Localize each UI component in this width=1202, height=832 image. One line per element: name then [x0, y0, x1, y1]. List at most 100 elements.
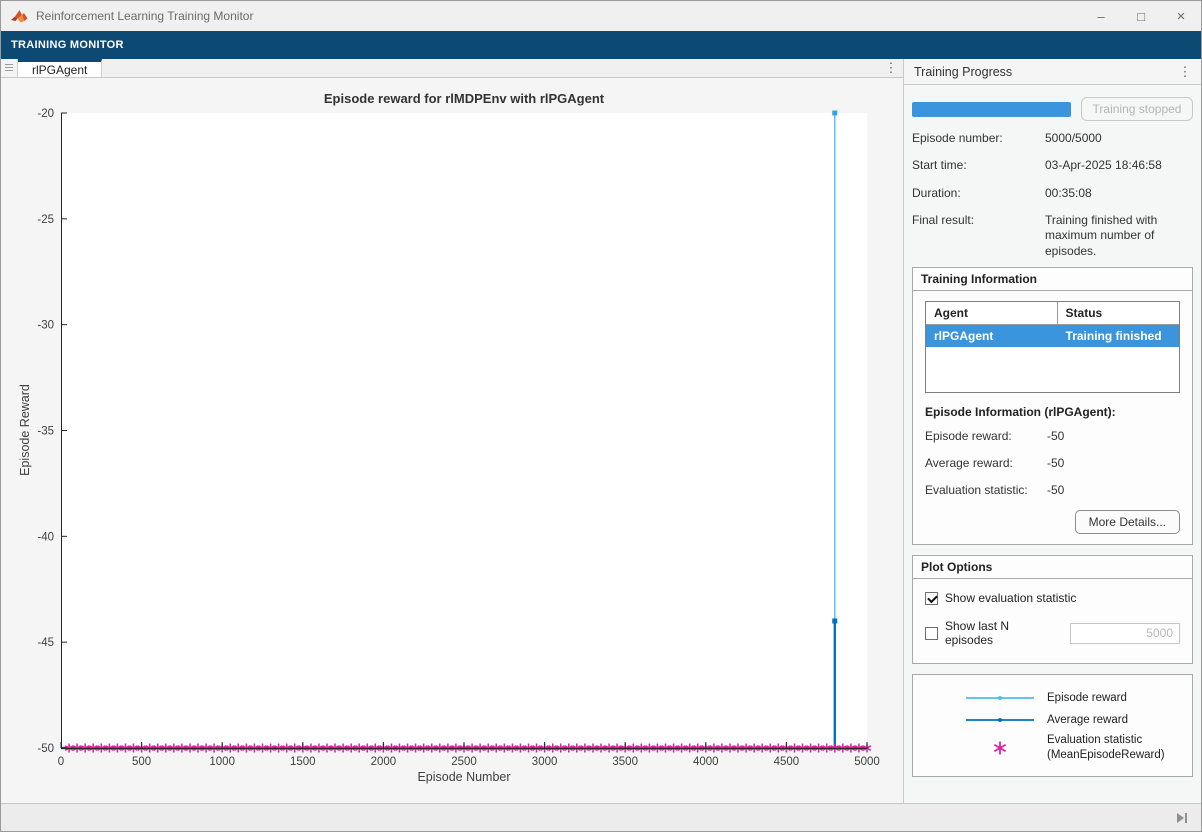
legend-entry-average-reward: Average reward — [959, 711, 1192, 729]
y-tick-label: -45 — [37, 637, 54, 649]
legend-label: Evaluation statistic (MeanEpisodeReward) — [1047, 734, 1165, 761]
field-value: 5000/5000 — [1045, 131, 1102, 145]
last-n-episodes-input[interactable] — [1070, 622, 1180, 644]
panel-title: Training Progress — [914, 64, 1013, 79]
episode-reward-line-icon — [959, 689, 1041, 707]
x-tick-label: 3500 — [612, 756, 638, 768]
checkbox-label: Show last N episodes — [945, 619, 1010, 648]
duration-row: Duration: 00:35:08 — [912, 186, 1193, 201]
x-axis-label: Episode Number — [417, 770, 510, 784]
average-reward-marker — [832, 618, 838, 624]
bottom-status-strip — [1, 803, 1201, 831]
y-tick-label: -20 — [37, 108, 54, 120]
evaluation-statistic-stat: Evaluation statistic: -50 — [925, 483, 1180, 497]
app-window: Reinforcement Learning Training Monitor … — [0, 0, 1202, 832]
document-grip-button[interactable] — [1, 59, 18, 77]
tab-label: rlPGAgent — [32, 62, 88, 77]
y-tick-label: -50 — [37, 743, 54, 755]
show-last-n-episodes-checkbox[interactable] — [925, 626, 938, 640]
y-tick-label: -40 — [37, 531, 54, 543]
stat-value: -50 — [1047, 483, 1065, 498]
plot-background — [61, 113, 867, 748]
field-value: 03-Apr-2025 18:46:58 — [1045, 158, 1162, 173]
legend-entry-episode-reward: Episode reward — [959, 689, 1192, 707]
x-tick-label: 1500 — [290, 756, 316, 768]
window-title: Reinforcement Learning Training Monitor — [36, 9, 254, 23]
close-button[interactable]: × — [1161, 1, 1201, 31]
checkbox-label: Show evaluation statistic — [945, 591, 1077, 606]
training-progress-panel: Training Progress ⋮ Training stopped Epi… — [903, 59, 1201, 803]
panel-header: Training Progress ⋮ — [904, 59, 1201, 85]
table-row[interactable]: rlPGAgent Training finished — [926, 325, 1179, 348]
x-tick-label: 3000 — [532, 756, 558, 768]
minimize-button[interactable]: – — [1081, 1, 1121, 31]
field-label: Episode number: — [912, 131, 1003, 145]
show-evaluation-statistic-checkbox[interactable] — [925, 591, 938, 605]
maximize-button[interactable]: □ — [1121, 1, 1161, 31]
status-cell: Training finished — [1065, 329, 1162, 344]
x-tick-label: 0 — [58, 756, 64, 768]
field-label: Final result: — [912, 213, 975, 228]
show-last-n-episodes-option: Show last N episodes — [925, 619, 1180, 647]
chart-title: Episode reward for rlMDPEnv with rlPGAge… — [324, 91, 605, 106]
more-details-button[interactable]: More Details... — [1074, 510, 1180, 535]
agent-cell: rlPGAgent — [926, 325, 1058, 348]
legend-label: Average reward — [1047, 713, 1128, 726]
training-progress-bar — [912, 101, 1071, 117]
episode-reward-marker — [832, 110, 838, 116]
x-tick-label: 1000 — [209, 756, 235, 768]
document-tab-bar: rlPGAgent ⋮ — [1, 59, 903, 78]
document-options-kebab-icon[interactable]: ⋮ — [879, 59, 903, 77]
table-header-row: Agent Status — [926, 302, 1179, 326]
tab-rlpgagent[interactable]: rlPGAgent — [18, 59, 103, 77]
toolstrip-tab-training-monitor[interactable]: TRAINING MONITOR — [11, 39, 124, 51]
x-tick-label: 4500 — [774, 756, 800, 768]
stat-label: Evaluation statistic: — [925, 483, 1028, 498]
panel-options-kebab-icon[interactable]: ⋮ — [1173, 64, 1197, 80]
field-label: Duration: — [912, 185, 961, 200]
chart-canvas: Episode reward for rlMDPEnv with rlPGAge… — [1, 78, 903, 803]
legend-entry-evaluation-statistic: Evaluation statistic (MeanEpisodeReward) — [959, 733, 1192, 762]
final-result-row: Final result: Training finished with max… — [912, 213, 1193, 259]
average-reward-stat: Average reward: -50 — [925, 456, 1180, 470]
column-header-status[interactable]: Status — [1058, 302, 1179, 324]
episode-reward-chart: Episode reward for rlMDPEnv with rlPGAge… — [18, 91, 880, 784]
stat-value: -50 — [1047, 456, 1065, 471]
tab-spacer — [102, 59, 879, 77]
training-stopped-button[interactable]: Training stopped — [1081, 97, 1193, 121]
field-value: 00:35:08 — [1045, 185, 1092, 200]
episode-reward-stat: Episode reward: -50 — [925, 429, 1180, 443]
stat-label: Average reward: — [925, 456, 1013, 471]
stat-label: Episode reward: — [925, 429, 1012, 444]
show-evaluation-statistic-option: Show evaluation statistic — [925, 591, 1180, 605]
chart-legend: Episode reward Average reward Evaluation… — [912, 674, 1193, 777]
progress-fill — [912, 101, 1071, 117]
document-area: rlPGAgent ⋮ Episode reward for rlMDPEnv … — [1, 59, 903, 803]
matlab-logo-icon — [11, 9, 28, 24]
average-reward-line-icon — [959, 711, 1041, 729]
y-tick-label: -25 — [37, 214, 54, 226]
episode-information-title: Episode Information (rlPGAgent): — [925, 405, 1116, 420]
expand-panel-icon[interactable] — [1175, 812, 1189, 824]
column-header-agent[interactable]: Agent — [926, 302, 1058, 325]
x-tick-label: 2500 — [451, 756, 477, 768]
episode-number-row: Episode number: 5000/5000 — [912, 131, 1193, 146]
stat-value: -50 — [1047, 429, 1065, 444]
card-title: Plot Options — [913, 556, 1192, 580]
window-controls: – □ × — [1081, 1, 1201, 31]
grip-lines-icon — [5, 63, 13, 73]
field-label: Start time: — [912, 158, 967, 173]
plot-options-card: Plot Options Show evaluation statistic S… — [912, 555, 1193, 665]
field-value: Training finished with maximum number of… — [1045, 213, 1158, 258]
x-tick-label: 500 — [132, 756, 151, 768]
x-tick-label: 5000 — [854, 756, 880, 768]
evaluation-statistic-asterisk-icon — [959, 739, 1041, 757]
panel-body: Training stopped Episode number: 5000/50… — [904, 85, 1201, 803]
title-bar: Reinforcement Learning Training Monitor … — [1, 1, 1201, 31]
x-tick-label: 4000 — [693, 756, 719, 768]
agent-status-table: Agent Status rlPGAgent Training finished — [925, 301, 1180, 394]
x-tick-label: 2000 — [371, 756, 397, 768]
training-information-card: Training Information Agent Status rlPGAg… — [912, 267, 1193, 546]
card-title: Training Information — [913, 268, 1192, 292]
y-axis-label: Episode Reward — [18, 384, 32, 476]
